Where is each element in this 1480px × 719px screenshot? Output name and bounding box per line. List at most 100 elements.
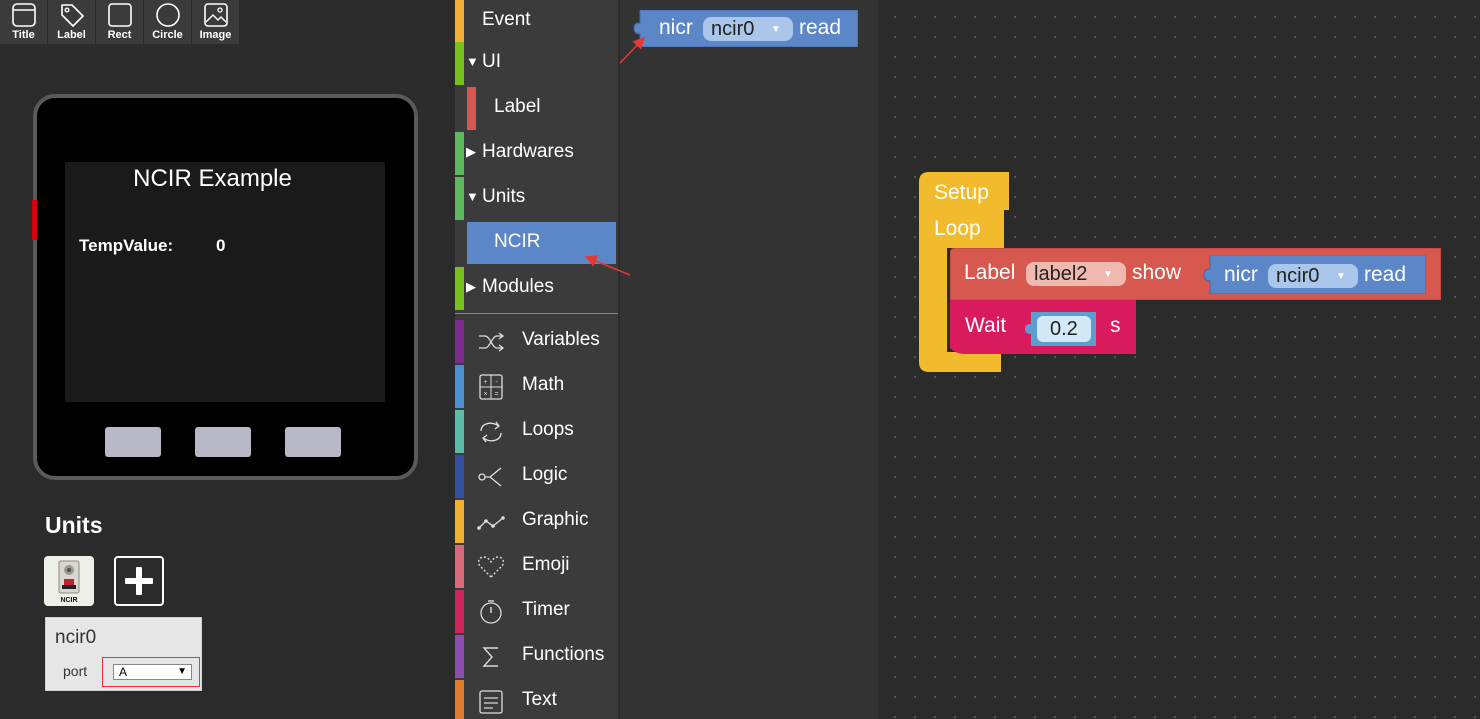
port-label: port: [63, 663, 88, 679]
wait-unit: s: [1110, 314, 1121, 337]
category-loops[interactable]: Loops: [455, 410, 618, 455]
block-workspace[interactable]: Setup Loop Label label2 ▼ show nicr ncir…: [878, 0, 1480, 719]
plus-icon-vertical: [136, 567, 142, 595]
menu-divider: [455, 313, 618, 314]
wait-value: 0.2: [1050, 318, 1078, 340]
ncir-unit-icon-text: NCIR: [60, 597, 77, 604]
tool-image-label: Image: [199, 29, 232, 41]
document-icon: [479, 690, 503, 714]
wait-block[interactable]: Wait 0.2 s: [950, 300, 1136, 354]
category-hardwares[interactable]: ▶ Hardwares: [455, 132, 618, 177]
collapsed-triangle-icon: ▶: [466, 279, 476, 294]
category-emoji[interactable]: Emoji: [455, 545, 618, 590]
add-unit-button[interactable]: [114, 556, 164, 606]
expanded-triangle-icon: ▼: [466, 54, 479, 69]
category-event[interactable]: Event: [455, 0, 618, 45]
temp-value-text[interactable]: 0: [216, 236, 225, 256]
category-logic[interactable]: Logic: [455, 455, 618, 500]
category-timer[interactable]: Timer: [455, 590, 618, 635]
label-block-action: show: [1132, 261, 1182, 284]
collapsed-triangle-icon: ▶: [466, 144, 476, 159]
device-screen[interactable]: NCIR Example TempValue: 0: [65, 162, 385, 402]
flyout-ncir-read-block[interactable]: nicr ncir0 ▼ read: [632, 10, 858, 47]
category-units[interactable]: ▼ Units: [455, 177, 618, 222]
category-color-bar: [455, 132, 464, 175]
expanded-triangle-icon: ▼: [466, 189, 479, 204]
loop-label: Loop: [934, 217, 981, 240]
category-color-bar: [455, 680, 464, 719]
block-prefix: nicr: [659, 16, 693, 39]
category-color-bar: [455, 267, 464, 310]
block-category-menu: Event ▼ UI Label ▶ Hardwares ▼ Units NCI…: [455, 0, 618, 719]
category-label: Label: [494, 96, 541, 117]
setup-label: Setup: [934, 181, 989, 204]
category-color-bar: [455, 320, 464, 363]
category-color-bar: [455, 545, 464, 588]
block-suffix: read: [1364, 263, 1407, 286]
tool-title-label: Title: [12, 29, 35, 41]
svg-text:×: ×: [483, 391, 487, 398]
left-panel: Title Label Rect Circle Image NCIR Examp…: [0, 0, 455, 719]
category-text[interactable]: Text: [455, 680, 618, 719]
category-label: NCIR: [494, 231, 541, 252]
block-flyout: nicr ncir0 ▼ read: [620, 0, 878, 719]
category-label: Graphic: [522, 509, 589, 530]
temp-value-label[interactable]: TempValue:: [79, 236, 173, 256]
port-select-highlight: A ▼: [102, 657, 200, 687]
category-label-sub[interactable]: Label: [455, 87, 618, 132]
device-button-b[interactable]: [195, 427, 251, 457]
category-label: UI: [482, 51, 501, 72]
shuffle-icon: [479, 332, 505, 352]
category-ncir[interactable]: NCIR: [455, 222, 618, 267]
category-functions[interactable]: Functions: [455, 635, 618, 680]
wait-value-input[interactable]: 0.2: [1025, 312, 1096, 346]
tool-rect-label: Rect: [107, 29, 132, 41]
svg-text:-: -: [495, 379, 498, 386]
port-select[interactable]: A ▼: [113, 664, 192, 680]
category-graphic[interactable]: Graphic: [455, 500, 618, 545]
category-variables[interactable]: Variables: [455, 320, 618, 365]
device-button-c[interactable]: [285, 427, 341, 457]
ui-element-toolbar: Title Label Rect Circle Image: [0, 0, 240, 44]
category-label: Emoji: [522, 554, 570, 575]
category-color-bar: [455, 365, 464, 408]
device-button-a[interactable]: [105, 427, 161, 457]
unit-dropdown[interactable]: ncir0 ▼: [703, 17, 793, 41]
unit-dropdown-value: ncir0: [711, 18, 755, 40]
branch-icon: [478, 467, 502, 487]
svg-text:+: +: [483, 379, 487, 386]
category-label: Text: [522, 689, 557, 710]
label-dropdown[interactable]: label2 ▼: [1026, 262, 1126, 286]
category-ui[interactable]: ▼ UI: [455, 42, 618, 87]
category-label: Loops: [522, 419, 574, 440]
ncir-unit-icon[interactable]: NCIR: [44, 556, 94, 606]
loop-arrows-icon: [480, 421, 502, 443]
category-math[interactable]: + - × = Math: [455, 365, 618, 410]
category-label: Logic: [522, 464, 568, 485]
title-icon: [11, 3, 36, 27]
category-modules[interactable]: ▶ Modules: [455, 267, 618, 312]
category-label: Event: [482, 9, 531, 30]
tool-title[interactable]: Title: [0, 0, 48, 44]
stopwatch-icon: [480, 600, 502, 624]
label-block-prefix: Label: [964, 261, 1016, 284]
svg-text:=: =: [494, 391, 498, 398]
category-label: Functions: [522, 644, 605, 665]
category-label: Units: [482, 186, 526, 207]
category-color-bar: [467, 87, 476, 130]
nested-ncir-read-block[interactable]: nicr ncir0 ▼ read: [1202, 255, 1426, 294]
image-icon: [203, 3, 228, 27]
category-color-bar: [455, 42, 464, 85]
category-color-bar: [455, 410, 464, 453]
tool-image[interactable]: Image: [192, 0, 240, 44]
tool-rect[interactable]: Rect: [96, 0, 144, 44]
unit-dropdown[interactable]: ncir0 ▼: [1268, 264, 1358, 288]
tool-circle[interactable]: Circle: [144, 0, 192, 44]
tool-label[interactable]: Label: [48, 0, 96, 44]
label-tag-icon: [60, 4, 84, 27]
graph-line-icon: [477, 516, 505, 530]
screen-title-text[interactable]: NCIR Example: [65, 165, 385, 193]
dropdown-caret-icon: ▼: [771, 24, 781, 35]
category-color-bar: [455, 177, 464, 220]
category-color-bar: [455, 635, 464, 678]
